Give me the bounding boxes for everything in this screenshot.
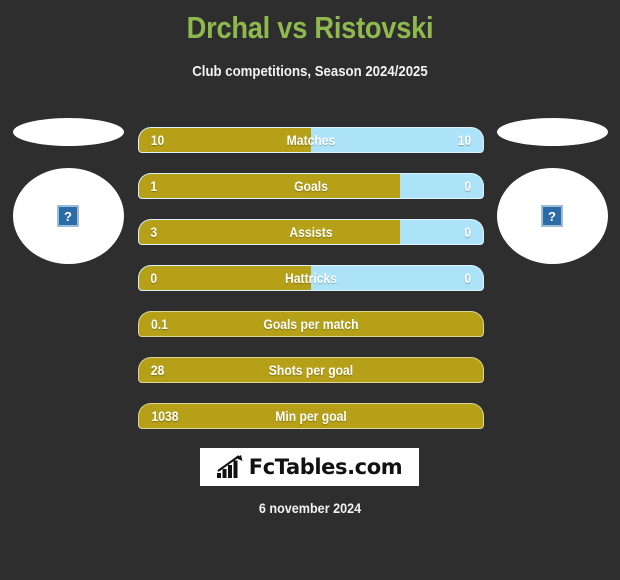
page-subtitle: Club competitions, Season 2024/2025 xyxy=(192,63,428,80)
stat-label: Matches xyxy=(286,132,336,148)
player-left-photo-placeholder: ? xyxy=(12,168,124,264)
broken-image-glyph: ? xyxy=(548,208,556,224)
stat-value-right: 0 xyxy=(464,270,472,286)
stat-bar-list: 10 Matches 10 1 Goals 0 3 Assists 0 0 Hattricks 0 0.… xyxy=(138,127,484,449)
broken-image-glyph: ? xyxy=(64,208,72,224)
page-title: Drchal vs Ristovski xyxy=(186,10,434,45)
stat-value-right: 10 xyxy=(457,132,472,148)
player-right-photo-placeholder: ? xyxy=(496,168,608,264)
stat-label: Shots per goal xyxy=(268,362,354,378)
stat-bar: 3 Assists 0 xyxy=(138,219,484,245)
player-left-photo: ? xyxy=(8,118,128,264)
stat-bar: 1038 Min per goal xyxy=(138,403,484,429)
stat-label: Goals xyxy=(294,178,328,194)
stat-label: Hattricks xyxy=(284,270,338,286)
player-right-photo: ? xyxy=(492,118,612,264)
stat-label: Min per goal xyxy=(275,408,347,424)
stat-comparison-graphic: Drchal vs Ristovski Club competitions, S… xyxy=(0,0,620,580)
broken-image-icon: ? xyxy=(541,205,563,227)
fctables-logo-text: FcTables.com xyxy=(248,455,403,479)
broken-image-icon: ? xyxy=(57,205,79,227)
stat-bar: 0.1 Goals per match xyxy=(138,311,484,337)
stat-value-right: 0 xyxy=(464,224,472,240)
fctables-logo: FcTables.com xyxy=(200,448,419,486)
stat-label: Assists xyxy=(289,224,333,240)
stat-label: Goals per match xyxy=(263,316,359,332)
stat-bar: 28 Shots per goal xyxy=(138,357,484,383)
stat-value-right: 0 xyxy=(464,178,472,194)
stat-bar: 10 Matches 10 xyxy=(138,127,484,153)
player-left-photo-top-placeholder xyxy=(12,118,124,146)
graphic-date: 6 november 2024 xyxy=(258,500,362,516)
stat-bar: 0 Hattricks 0 xyxy=(138,265,484,291)
player-right-photo-top-placeholder xyxy=(496,118,608,146)
stat-bar: 1 Goals 0 xyxy=(138,173,484,199)
bar-chart-arrow-icon xyxy=(216,455,243,478)
